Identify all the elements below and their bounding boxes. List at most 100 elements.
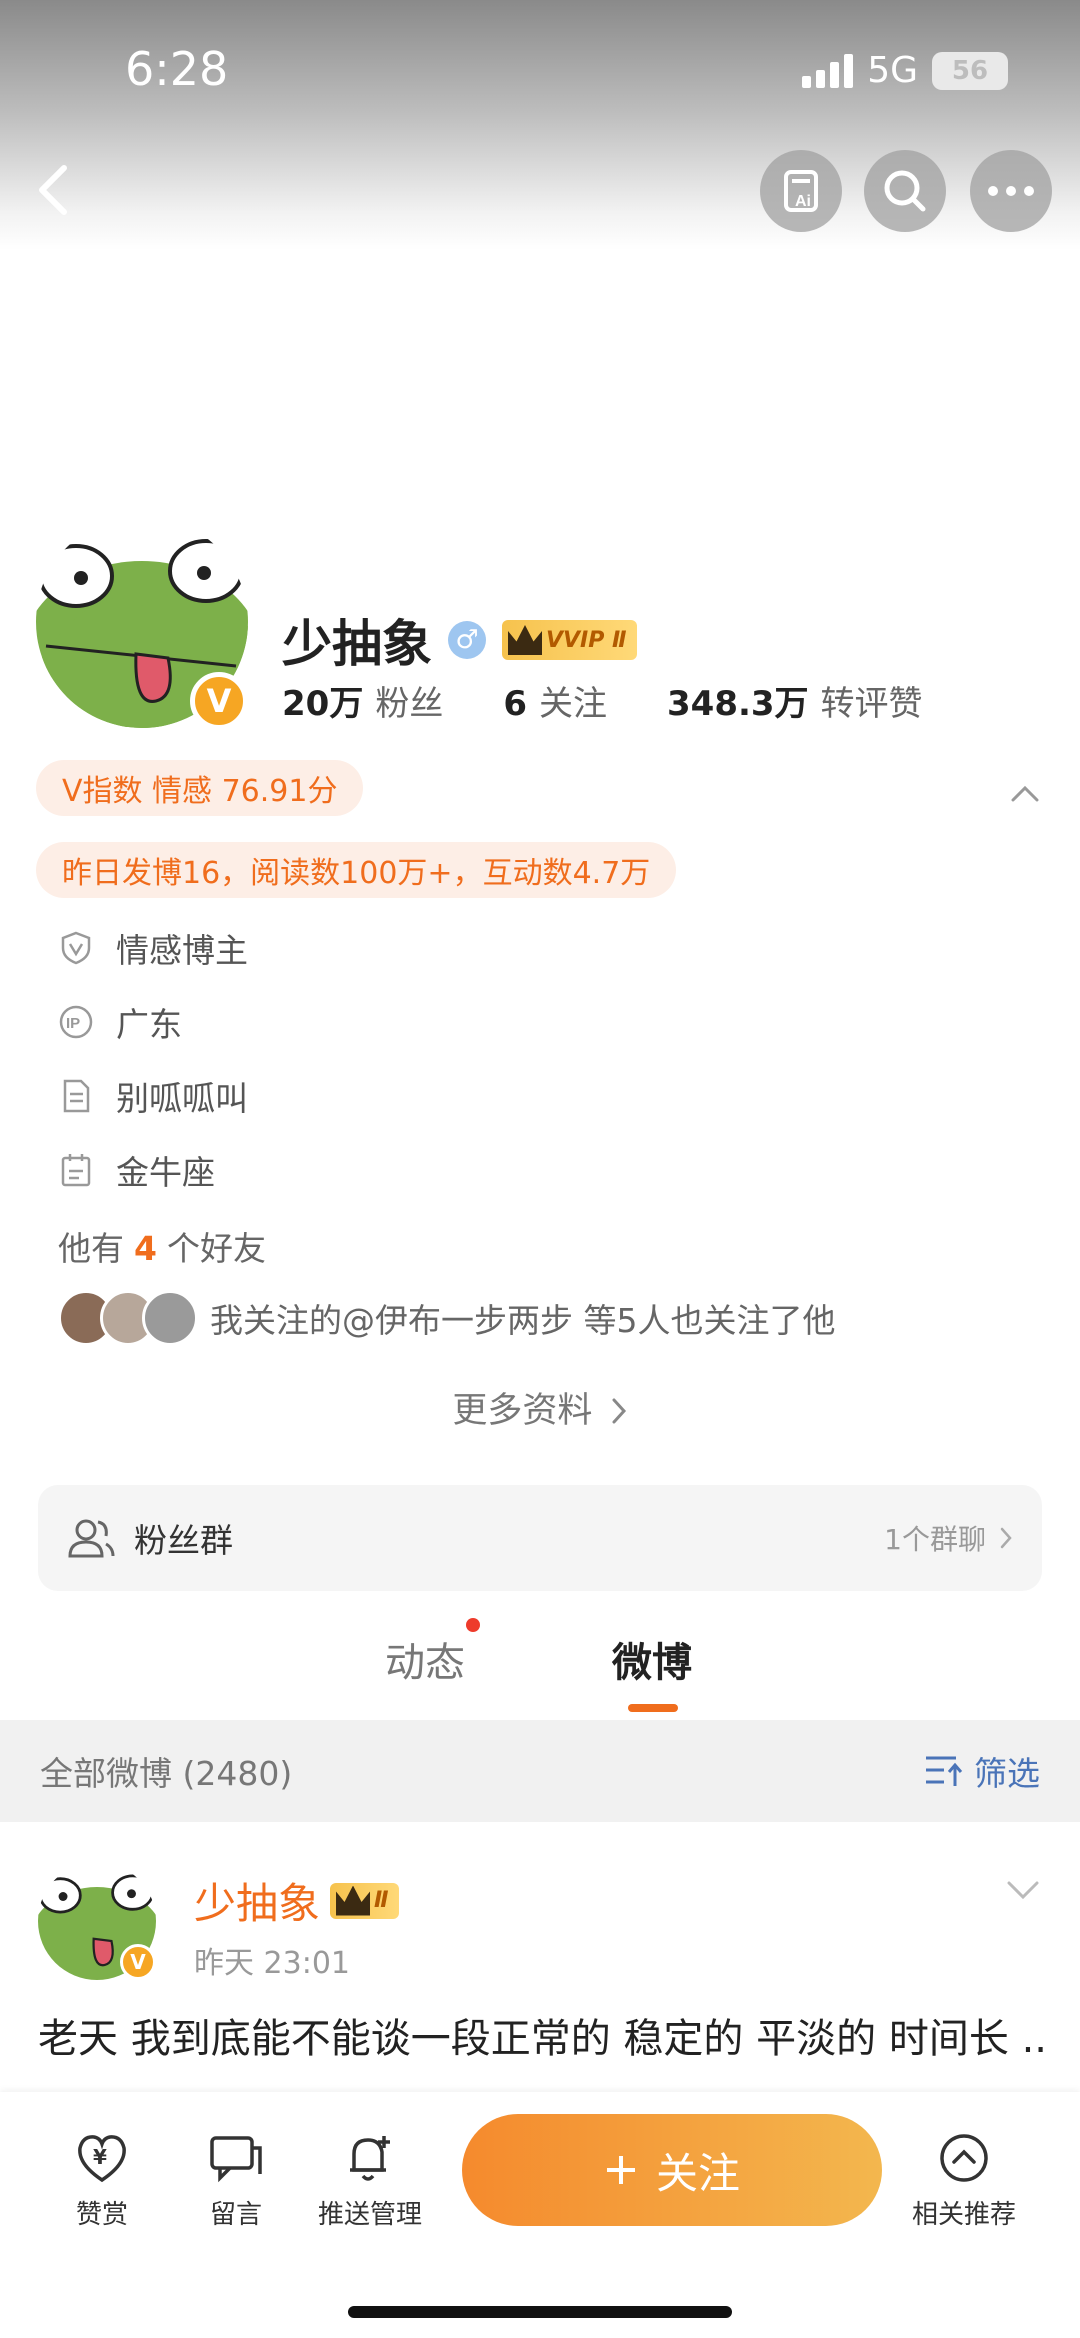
- info-row-zodiac: 金牛座: [58, 1146, 215, 1194]
- more-info-link[interactable]: 更多资料: [0, 1382, 1080, 1433]
- info-row-ip: IP 广东: [58, 998, 182, 1046]
- reward-label: 赞赏: [75, 2200, 128, 2230]
- active-tab-indicator: [628, 1704, 678, 1712]
- fan-group-card[interactable]: 粉丝群 1个群聊: [38, 1485, 1042, 1591]
- message-label: 留言: [209, 2200, 262, 2230]
- profile-tabs: 动态 微博: [0, 1618, 1080, 1720]
- crown-icon: [336, 1885, 371, 1916]
- friends-count: 4: [134, 1229, 157, 1268]
- followers-label: 粉丝: [375, 684, 444, 724]
- group-users-icon: [68, 1519, 115, 1558]
- tab-weibo[interactable]: 微博: [612, 1630, 692, 1688]
- interactions-stat[interactable]: 348.3万 转评赞: [667, 676, 923, 725]
- chevron-up-icon[interactable]: [1010, 778, 1040, 808]
- chevron-left-icon: [39, 165, 67, 215]
- info-row-bio: 别呱呱叫: [58, 1072, 248, 1120]
- followers-count: 20万: [282, 684, 364, 724]
- document-icon: [63, 1079, 90, 1113]
- info-row-category: 情感博主: [58, 924, 248, 972]
- mutual-follow-row[interactable]: 我关注的@伊布一步两步 等5人也关注了他: [58, 1290, 836, 1346]
- yesterday-stats-pill[interactable]: 昨日发博16，阅读数100万+，互动数4.7万: [36, 842, 677, 898]
- more-button[interactable]: [970, 150, 1052, 232]
- network-label: 5G: [867, 50, 918, 91]
- male-gender-icon: ♂: [448, 621, 486, 659]
- vvip-label: VVIP Ⅱ: [546, 627, 627, 653]
- fan-group-count: 1个群聊: [884, 1523, 986, 1556]
- followers-stat[interactable]: 20万 粉丝: [282, 676, 443, 725]
- home-indicator: [348, 2306, 732, 2318]
- chevron-up-circle-icon: [940, 2134, 988, 2182]
- reward-button[interactable]: ¥ 赞赏: [42, 2130, 162, 2231]
- bottom-action-bar: ¥ 赞赏 留言 推送管理 关注 相关推荐: [0, 2092, 1080, 2338]
- ai-icon: Ai: [784, 170, 818, 212]
- follow-label: 关注: [655, 2148, 740, 2198]
- verified-v-icon: V: [120, 1944, 156, 1980]
- message-icon: [210, 2136, 262, 2183]
- post-author-avatar[interactable]: V: [38, 1862, 156, 1980]
- profile-header: 6:28 5G 56 Ai: [0, 0, 1080, 250]
- filter-label: 筛选: [974, 1754, 1040, 1793]
- battery-icon: 56: [932, 51, 1008, 90]
- mutual-avatars: [58, 1290, 198, 1346]
- push-manage-button[interactable]: 推送管理: [310, 2130, 430, 2231]
- search-icon: [884, 170, 926, 212]
- post-vvip-badge: Ⅱ: [330, 1882, 399, 1919]
- signal-icon: [802, 53, 854, 88]
- following-stat[interactable]: 6 关注: [503, 676, 607, 725]
- verified-v-icon: V: [190, 672, 248, 730]
- more-info-label: 更多资料: [452, 1391, 593, 1431]
- follow-button[interactable]: 关注: [462, 2114, 882, 2226]
- shield-v-icon: [61, 931, 91, 965]
- info-category-text: 情感博主: [116, 931, 248, 970]
- battery-level: 56: [951, 55, 989, 86]
- mutual-follow-text: 我关注的@伊布一步两步 等5人也关注了他: [210, 1301, 836, 1340]
- all-weibo-count: 全部微博 (2480): [40, 1754, 293, 1793]
- push-manage-label: 推送管理: [317, 2200, 422, 2230]
- ip-icon: IP: [59, 1005, 93, 1039]
- following-label: 关注: [539, 684, 607, 724]
- bell-plus-icon: [350, 2136, 390, 2181]
- post-time: 昨天 23:01: [194, 1946, 350, 1981]
- profile-name-row: 少抽象 ♂ VVIP Ⅱ: [282, 604, 637, 676]
- related-recommend-button[interactable]: 相关推荐: [904, 2130, 1024, 2231]
- v-index-pill[interactable]: V指数 情感 76.91分: [36, 760, 364, 816]
- search-button[interactable]: [864, 150, 946, 232]
- vvip-badge[interactable]: VVIP Ⅱ: [502, 620, 637, 660]
- friends-prefix: 他有: [58, 1229, 124, 1268]
- back-button[interactable]: [28, 160, 78, 220]
- notification-dot: [466, 1618, 480, 1632]
- filter-icon: [926, 1756, 963, 1786]
- chevron-down-icon[interactable]: [1006, 1878, 1040, 1902]
- related-recommend-label: 相关推荐: [911, 2200, 1016, 2230]
- chevron-right-icon: [1000, 1527, 1012, 1549]
- svg-text:¥: ¥: [93, 2145, 107, 2169]
- ai-button[interactable]: Ai: [760, 150, 842, 232]
- friends-suffix: 个好友: [166, 1229, 266, 1268]
- filter-button[interactable]: 筛选: [924, 1747, 1040, 1795]
- interactions-count: 348.3万: [667, 684, 809, 724]
- profile-stats: 20万 粉丝 6 关注 348.3万 转评赞: [282, 676, 923, 725]
- interactions-label: 转评赞: [820, 684, 923, 724]
- message-button[interactable]: 留言: [176, 2130, 296, 2231]
- friends-count-row[interactable]: 他有 4 个好友: [58, 1222, 266, 1270]
- profile-name: 少抽象: [282, 615, 432, 673]
- profile-avatar[interactable]: V: [36, 516, 248, 730]
- svg-text:Ai: Ai: [795, 193, 811, 210]
- avatar: [142, 1290, 198, 1346]
- post-author-row: 少抽象 Ⅱ: [194, 1870, 399, 1931]
- crown-icon: [508, 625, 542, 655]
- post-badge-label: Ⅱ: [374, 1888, 389, 1913]
- info-zodiac-text: 金牛座: [116, 1153, 215, 1192]
- post-text[interactable]: 老天 我到底能不能谈一段正常的 稳定的 平淡的 时间长 ...: [38, 2010, 1048, 2100]
- more-icon: [988, 186, 1034, 196]
- fan-group-label: 粉丝群: [134, 1521, 233, 1560]
- filter-bar: 全部微博 (2480) 筛选: [0, 1720, 1080, 1822]
- post-author-name[interactable]: 少抽象: [194, 1870, 320, 1931]
- info-ip-text: 广东: [116, 1005, 182, 1044]
- status-indicators: 5G 56: [802, 50, 1008, 91]
- info-bio-text: 别呱呱叫: [116, 1079, 248, 1118]
- tab-dynamic[interactable]: 动态: [385, 1630, 465, 1688]
- plus-icon: [606, 2156, 635, 2184]
- status-time: 6:28: [125, 42, 229, 96]
- calendar-icon: [61, 1154, 91, 1187]
